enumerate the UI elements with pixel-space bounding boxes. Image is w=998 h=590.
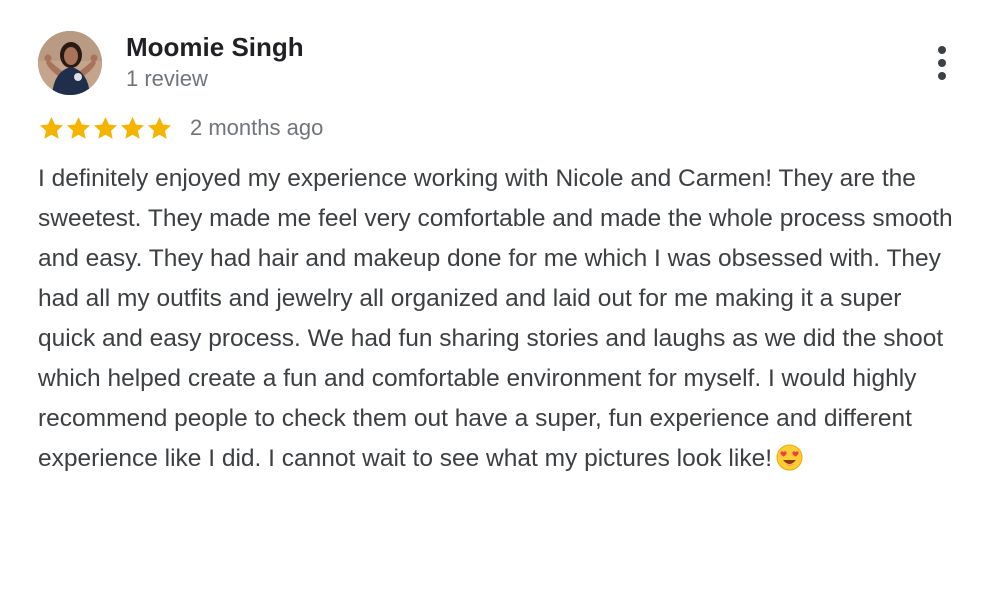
more-options-button[interactable] xyxy=(924,40,960,86)
review-text: I definitely enjoyed my experience worki… xyxy=(38,159,953,479)
avatar[interactable] xyxy=(38,31,102,95)
more-vert-icon-dot xyxy=(938,59,946,67)
more-vert-icon xyxy=(938,46,946,54)
review-count: 1 review xyxy=(126,66,208,91)
star-icon xyxy=(93,116,118,139)
review-body: I definitely enjoyed my experience worki… xyxy=(38,165,953,472)
star-icon xyxy=(120,116,145,139)
heart-eyes-emoji-icon xyxy=(776,444,803,471)
star-icon xyxy=(66,116,91,139)
star-icon xyxy=(147,116,172,139)
review-time: 2 months ago xyxy=(190,115,324,140)
review-card: Moomie Singh 1 review 2 months ago I def… xyxy=(0,0,998,590)
reviewer-name[interactable]: Moomie Singh xyxy=(126,31,304,63)
more-vert-icon-dot xyxy=(938,72,946,80)
star-icon xyxy=(39,116,64,139)
star-rating xyxy=(38,114,173,142)
